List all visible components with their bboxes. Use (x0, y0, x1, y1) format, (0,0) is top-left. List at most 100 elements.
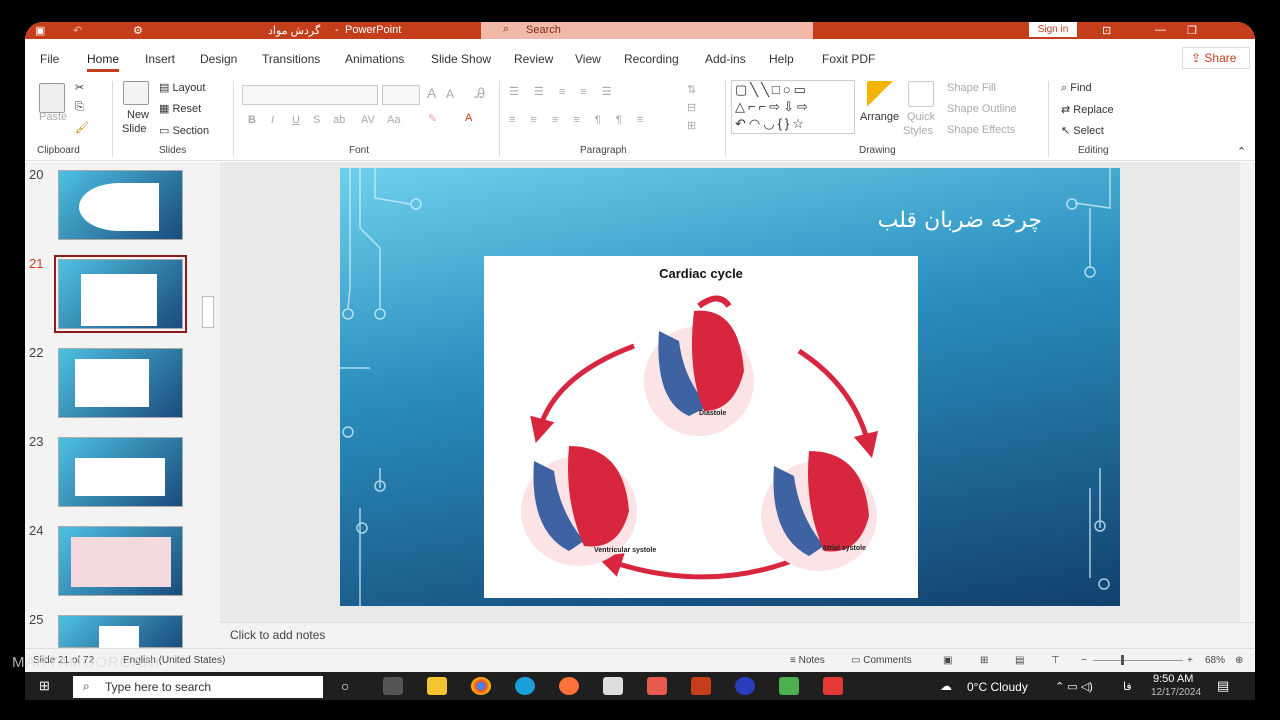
new-slide-icon[interactable] (123, 81, 149, 105)
new-slide-label[interactable]: New (127, 109, 149, 121)
shrink-font-icon[interactable]: A (446, 87, 454, 101)
thumbnail-scroll-thumb[interactable] (202, 296, 214, 328)
slide-thumbnail-21[interactable] (54, 255, 187, 333)
shape-fill-button[interactable]: Shape Fill (947, 82, 996, 94)
char-spacing-icon[interactable]: ab (333, 114, 345, 126)
tray-icons[interactable]: ⌃ ▭ ◁) (1055, 680, 1093, 693)
tab-design[interactable]: Design (200, 52, 237, 66)
new-slide-label-2[interactable]: Slide (122, 123, 146, 135)
zoom-slider[interactable] (1093, 660, 1183, 661)
undo-icon[interactable]: ↶ (73, 24, 82, 37)
share-button[interactable]: ⇪ Share (1182, 47, 1250, 69)
windows-start-icon[interactable]: ⊞ (39, 678, 50, 694)
paste-icon[interactable] (39, 83, 65, 113)
zoom-slider-thumb[interactable] (1121, 655, 1124, 665)
clock-date[interactable]: 12/17/2024 (1151, 687, 1201, 698)
format-painter-icon[interactable]: 🖌 (75, 121, 89, 134)
sign-in-button[interactable]: Sign in (1029, 22, 1077, 37)
firefox-icon[interactable] (559, 677, 579, 695)
save-icon[interactable]: ▣ (35, 24, 45, 37)
cardiac-cycle-diagram[interactable]: Cardiac cycle Diastole Ventricular systo… (484, 256, 918, 598)
quick-styles-icon[interactable] (908, 81, 934, 107)
editor-scrollbar[interactable] (1240, 162, 1255, 622)
customize-icon[interactable]: ⚙ (133, 24, 143, 37)
taskbar-search[interactable]: ⌕ Type here to search (73, 676, 323, 698)
mail-icon[interactable] (603, 677, 623, 695)
arrange-icon[interactable] (867, 81, 893, 107)
reading-view-icon[interactable]: ▤ (1015, 655, 1024, 666)
fit-slide-icon[interactable]: ⊕ (1235, 655, 1243, 666)
font-name-combo[interactable] (242, 85, 378, 105)
underline-button[interactable]: U (292, 114, 300, 126)
tab-view[interactable]: View (575, 52, 601, 66)
zoom-level[interactable]: 68% (1205, 655, 1225, 666)
text-direction-icon[interactable]: ⇅ (687, 83, 696, 96)
powerpoint-icon[interactable] (691, 677, 711, 695)
arrange-label[interactable]: Arrange (860, 111, 899, 123)
align-text-icon[interactable]: ⊟ (687, 101, 696, 114)
restore-icon[interactable]: ❐ (1187, 24, 1197, 37)
current-slide[interactable]: چرخه ضربان قلب Cardiac cycle Diastole Ve… (340, 168, 1120, 606)
zoom-in-icon[interactable]: + (1187, 655, 1193, 666)
spacing-icon[interactable]: AV (361, 114, 375, 126)
tab-home[interactable]: Home (87, 52, 120, 72)
bold-button[interactable]: B (248, 114, 256, 126)
comments-button[interactable]: ▭ Comments (851, 655, 912, 666)
shape-effects-button[interactable]: Shape Effects (947, 124, 1015, 136)
notes-pane[interactable]: Click to add notes (220, 622, 1255, 648)
replace-button[interactable]: ⇄ Replace (1061, 103, 1114, 116)
paste-label[interactable]: Paste (39, 111, 67, 123)
slide-sorter-icon[interactable]: ⊞ (980, 655, 988, 666)
weather-icon[interactable]: ☁ (940, 679, 952, 693)
font-color-icon[interactable]: A (465, 112, 472, 124)
font-size-combo[interactable] (382, 85, 420, 105)
reset-button[interactable]: ▦ Reset (159, 102, 201, 115)
recorder-icon[interactable] (823, 677, 843, 695)
highlight-icon[interactable]: ✎ (428, 112, 437, 125)
notifications-icon[interactable]: ▤ (1217, 678, 1229, 694)
slideshow-view-icon[interactable]: ⊤ (1051, 655, 1060, 666)
cut-icon[interactable]: ✂ (75, 81, 84, 94)
app-icon[interactable] (735, 677, 755, 695)
slide-thumbnail-20[interactable] (58, 170, 183, 240)
normal-view-icon[interactable]: ▣ (943, 655, 952, 666)
tab-transitions[interactable]: Transitions (262, 52, 320, 66)
file-explorer-icon[interactable] (427, 677, 447, 695)
input-language[interactable]: فا (1123, 680, 1132, 693)
tab-recording[interactable]: Recording (624, 52, 679, 66)
tab-help[interactable]: Help (769, 52, 794, 66)
quick-styles-label-2[interactable]: Styles (903, 125, 933, 137)
thumbnail-scrollbar[interactable] (201, 162, 215, 648)
collapse-ribbon-icon[interactable]: ⌃ (1237, 145, 1246, 158)
slide-thumbnail-22[interactable] (58, 348, 183, 418)
change-case-button[interactable]: Aa (387, 114, 400, 126)
shapes-gallery[interactable]: ▢╲╲□○▭ △⌐⌐⇨⇩⇨ ↶◠◡{}☆ (731, 80, 855, 134)
list-icons[interactable]: ☰ ☰ ≡ ≡ ☰ (509, 85, 618, 98)
notes-button[interactable]: ≡ Notes (790, 655, 825, 666)
minimize-icon[interactable]: — (1155, 24, 1166, 36)
select-button[interactable]: ↖ Select (1061, 124, 1104, 137)
zoom-out-icon[interactable]: − (1081, 655, 1087, 666)
slide-thumbnail-25[interactable] (58, 615, 183, 649)
tab-add-ins[interactable]: Add-ins (705, 52, 746, 66)
quick-styles-label[interactable]: Quick (907, 111, 935, 123)
search-box[interactable]: ⌕ Search (481, 22, 813, 39)
ribbon-display-icon[interactable]: ⊡ (1102, 24, 1111, 37)
weather-text[interactable]: 0°C Cloudy (967, 680, 1028, 694)
slide-title[interactable]: چرخه ضربان قلب (878, 208, 1042, 233)
section-button[interactable]: ▭ Section (159, 124, 209, 137)
smartart-icon[interactable]: ⊞ (687, 119, 696, 132)
clock-time[interactable]: 9:50 AM (1153, 673, 1193, 685)
shape-outline-button[interactable]: Shape Outline (947, 103, 1017, 115)
tab-foxit-pdf[interactable]: Foxit PDF (822, 52, 875, 66)
copy-icon[interactable]: ⎘ (75, 101, 84, 114)
clear-format-icon[interactable]: Ꭿ (475, 85, 485, 102)
slide-thumbnail-24[interactable] (58, 526, 183, 596)
tab-slide-show[interactable]: Slide Show (431, 52, 491, 66)
grow-font-icon[interactable]: A (427, 85, 436, 101)
widgets-icon[interactable] (383, 677, 403, 695)
align-icons[interactable]: ≡ ≡ ≡ ≡ ¶ ¶ ≡ (509, 114, 649, 126)
italic-button[interactable]: I (271, 114, 274, 126)
store-icon[interactable] (647, 677, 667, 695)
tab-review[interactable]: Review (514, 52, 553, 66)
